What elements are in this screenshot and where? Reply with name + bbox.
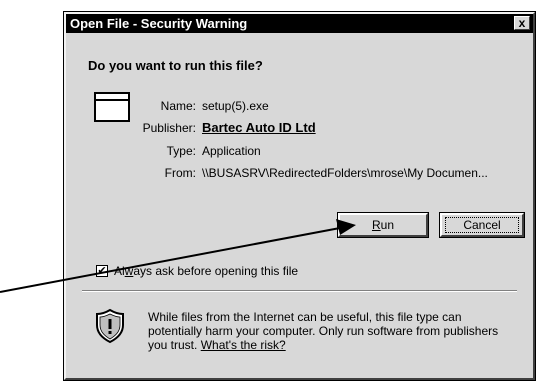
security-shield-icon (96, 308, 124, 344)
always-ask-label[interactable]: Always ask before opening this file (114, 264, 298, 278)
cancel-button[interactable]: Cancel (439, 212, 525, 238)
type-value: Application (202, 144, 261, 158)
warning-message: While files from the Internet can be use… (148, 310, 518, 352)
run-button[interactable]: Run (337, 212, 429, 238)
dialog-question: Do you want to run this file? (88, 58, 263, 73)
always-ask-label-post: ays ask before opening this file (133, 264, 299, 278)
name-label: Name: (160, 99, 196, 113)
run-accelerator: R (371, 218, 381, 232)
whats-the-risk-link[interactable]: What's the risk? (201, 338, 286, 352)
window-title: Open File - Security Warning (70, 16, 248, 31)
type-label: Type: (166, 144, 196, 158)
run-label: un (380, 218, 395, 232)
separator (82, 290, 517, 292)
from-value: \\BUSASRV\RedirectedFolders\mrose\My Doc… (202, 166, 488, 180)
security-warning-dialog: Open File - Security Warning x Do you wa… (63, 11, 536, 381)
title-bar: Open File - Security Warning x (66, 14, 533, 33)
close-icon: x (518, 16, 526, 30)
publisher-label: Publisher: (142, 121, 196, 135)
close-button[interactable]: x (514, 16, 530, 30)
always-ask-label-pre: Al (114, 264, 125, 278)
name-value: setup(5).exe (202, 99, 269, 113)
cancel-label: Cancel (445, 217, 519, 233)
checkmark-icon: ✔ (97, 265, 107, 277)
always-ask-checkbox[interactable]: ✔ (96, 265, 108, 277)
from-label: From: (164, 166, 196, 180)
publisher-link[interactable]: Bartec Auto ID Ltd (202, 120, 316, 136)
